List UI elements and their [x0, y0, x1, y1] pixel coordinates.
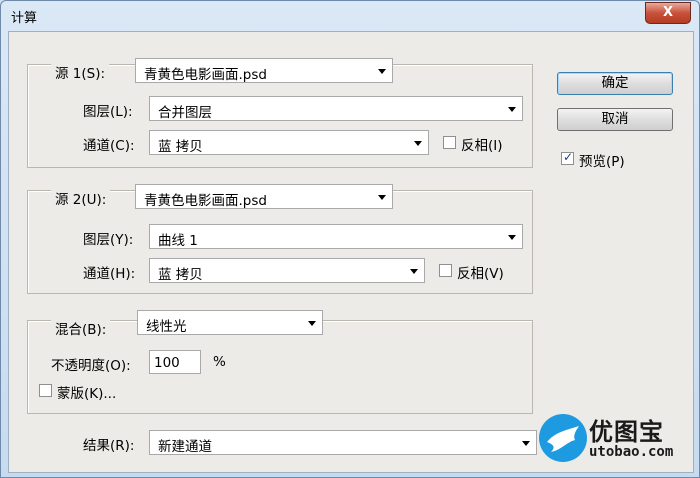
source2-layer-value: 曲线 1	[158, 233, 198, 249]
blend-mode-select[interactable]: 线性光	[137, 310, 323, 335]
source2-layer-select[interactable]: 曲线 1	[149, 224, 523, 249]
source1-layer-select[interactable]: 合并图层	[149, 96, 523, 121]
source2-label: 源 2(U):	[51, 188, 111, 208]
source2-channel-label: 通道(H):	[83, 266, 136, 282]
source2-channel-value: 蓝 拷贝	[158, 267, 203, 283]
blend-mode-value: 线性光	[146, 319, 187, 335]
source1-file-select[interactable]: 青黄色电影画面.psd	[135, 58, 393, 83]
title-bar[interactable]: 计算 X	[1, 1, 699, 31]
watermark: 优图宝 utobao.com	[537, 410, 687, 466]
chevron-down-icon	[414, 141, 422, 146]
watermark-url: utobao.com	[589, 444, 674, 460]
source1-layer-value: 合并图层	[158, 105, 212, 121]
calculations-dialog: 计算 X 源 1(S): 青黄色电影画面.psd 图层(L): 合并图层 通道(…	[0, 0, 700, 478]
source2-invert-label: 反相(V)	[457, 266, 504, 282]
preview-checkbox[interactable]: ✓	[561, 150, 574, 165]
check-icon: ✓	[563, 150, 574, 164]
cancel-button[interactable]: 取消	[557, 108, 673, 131]
source1-channel-value: 蓝 拷贝	[158, 139, 203, 155]
result-select[interactable]: 新建通道	[149, 430, 537, 455]
chevron-down-icon	[378, 195, 386, 200]
chevron-down-icon	[378, 69, 386, 74]
source2-file-value: 青黄色电影画面.psd	[144, 193, 267, 209]
source1-layer-label: 图层(L):	[83, 104, 133, 120]
blend-mode-label: 混合(B):	[51, 318, 111, 338]
source2-invert-checkbox[interactable]	[439, 264, 452, 277]
source1-invert-checkbox[interactable]	[443, 136, 456, 149]
chevron-down-icon	[410, 269, 418, 274]
source2-layer-label: 图层(Y):	[83, 232, 134, 248]
dialog-body: 源 1(S): 青黄色电影画面.psd 图层(L): 合并图层 通道(C): 蓝…	[8, 31, 694, 473]
result-value: 新建通道	[158, 439, 212, 455]
opacity-input[interactable]: 100	[149, 350, 201, 374]
source2-file-select[interactable]: 青黄色电影画面.psd	[135, 184, 393, 209]
chevron-down-icon	[308, 321, 316, 326]
mask-checkbox[interactable]	[39, 384, 52, 397]
watermark-name: 优图宝	[589, 418, 664, 446]
bird-logo-icon	[539, 414, 587, 462]
source2-channel-select[interactable]: 蓝 拷贝	[149, 258, 425, 283]
source1-label: 源 1(S):	[51, 62, 110, 82]
close-button[interactable]: X	[645, 2, 691, 24]
opacity-unit: %	[213, 354, 226, 370]
mask-label: 蒙版(K)...	[57, 386, 117, 402]
source1-invert-label: 反相(I)	[461, 138, 503, 154]
source1-channel-label: 通道(C):	[83, 138, 135, 154]
close-icon: X	[662, 5, 674, 20]
chevron-down-icon	[522, 441, 530, 446]
opacity-value: 100	[154, 355, 180, 371]
source1-channel-select[interactable]: 蓝 拷贝	[149, 130, 429, 155]
window-title: 计算	[11, 11, 38, 26]
ok-button[interactable]: 确定	[557, 72, 673, 95]
chevron-down-icon	[508, 235, 516, 240]
preview-label: 预览(P)	[579, 154, 625, 170]
opacity-label: 不透明度(O):	[51, 358, 131, 374]
result-label: 结果(R):	[83, 438, 135, 454]
source1-file-value: 青黄色电影画面.psd	[144, 67, 267, 83]
chevron-down-icon	[508, 107, 516, 112]
